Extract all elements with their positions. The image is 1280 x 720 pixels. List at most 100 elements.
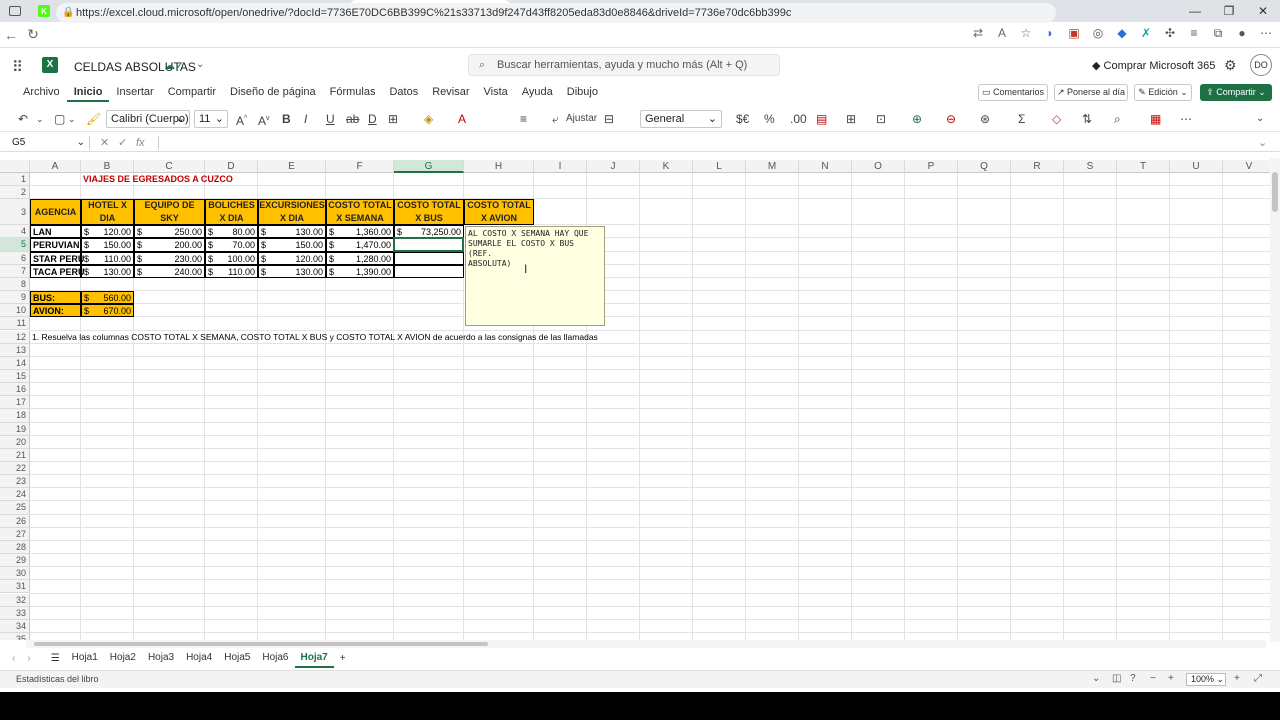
amount-cell[interactable]: $150.00	[81, 238, 134, 252]
bold-icon[interactable]: B	[282, 111, 291, 127]
column-header-J[interactable]: J	[587, 160, 640, 173]
share-button[interactable]: ⇪ Compartir ⌄	[1200, 84, 1272, 101]
browser-menu-icon[interactable]	[0, 6, 30, 16]
user-avatar[interactable]: DO	[1250, 54, 1272, 76]
row-header-24[interactable]: 24	[0, 488, 30, 502]
amount-cell[interactable]: $110.00	[205, 264, 258, 278]
more-options-icon[interactable]: ⋯	[1180, 111, 1192, 127]
column-header-C[interactable]: C	[134, 160, 205, 173]
amount-cell[interactable]: $80.00	[205, 225, 258, 239]
row-header-5[interactable]: 5	[0, 238, 30, 252]
feedback-icon[interactable]: ◫	[1112, 673, 1121, 684]
column-header-L[interactable]: L	[693, 160, 746, 173]
decrease-font-icon[interactable]: Av	[258, 111, 270, 129]
sheet-tab-hoja4[interactable]: Hoja4	[180, 650, 218, 668]
name-box[interactable]: G5 ⌄	[6, 136, 90, 150]
zoom-plus-icon[interactable]: +	[1234, 673, 1240, 684]
row-header-2[interactable]: 2	[0, 186, 30, 200]
ribbon-tab-dibujo[interactable]: Dibujo	[560, 84, 605, 102]
amount-cell[interactable]: $70.00	[205, 238, 258, 252]
amount-cell[interactable]: $250.00	[134, 225, 205, 239]
conditional-format-icon[interactable]: ▤	[816, 111, 827, 127]
paste-icon[interactable]: ▢	[54, 111, 65, 127]
row-header-22[interactable]: 22	[0, 462, 30, 476]
row-header-10[interactable]: 10	[0, 304, 30, 318]
amount-cell[interactable]: $150.00	[258, 238, 326, 252]
amount-cell[interactable]: $1,470.00	[326, 238, 394, 252]
settings-gear-icon[interactable]: ⚙	[1224, 57, 1237, 74]
extension-icon-5[interactable]: ✗	[1134, 26, 1158, 41]
profile-icon[interactable]: ●	[1230, 26, 1254, 41]
column-header-S[interactable]: S	[1064, 160, 1117, 173]
column-header-I[interactable]: I	[534, 160, 587, 173]
row-header-3[interactable]: 3	[0, 199, 30, 226]
ribbon-tab-compartir[interactable]: Compartir	[161, 84, 223, 102]
ribbon-tab-datos[interactable]: Datos	[382, 84, 425, 102]
ribbon-tab-revisar[interactable]: Revisar	[425, 84, 476, 102]
function-fx-icon[interactable]: fx	[136, 136, 145, 150]
url-field[interactable]: 🔒 https://excel.cloud.microsoft/open/oned…	[56, 3, 1056, 23]
cell-comment-note[interactable]: AL COSTO X SEMANA HAY QUE SUMARLE EL COS…	[465, 226, 605, 326]
excel-logo-icon[interactable]: X	[42, 57, 58, 73]
amount-cell[interactable]: $1,360.00	[326, 225, 394, 239]
font-name-select[interactable]: Calibri (Cuerpo) ⌄	[106, 110, 190, 128]
row-header-23[interactable]: 23	[0, 475, 30, 489]
favorite-star-icon[interactable]: ☆	[1014, 26, 1038, 41]
ribbon-tab-archivo[interactable]: Archivo	[16, 84, 67, 102]
horizontal-scroll-thumb[interactable]	[34, 642, 488, 646]
row-header-8[interactable]: 8	[0, 277, 30, 292]
undo-dropdown-icon[interactable]: ⌄	[36, 111, 44, 127]
undo-icon[interactable]: ↶	[18, 111, 28, 127]
column-header-E[interactable]: E	[258, 160, 326, 173]
column-header-K[interactable]: K	[640, 160, 693, 173]
reload-icon[interactable]: ↻	[22, 26, 44, 43]
underline-icon[interactable]: U	[326, 111, 335, 127]
add-ins-icon[interactable]: ▦	[1150, 111, 1161, 127]
fullscreen-icon[interactable]: ⤢	[1254, 673, 1262, 684]
favorites-icon[interactable]: ≡	[1182, 26, 1206, 41]
zoom-select[interactable]: 100% ⌄	[1186, 673, 1226, 686]
sort-filter-icon[interactable]: ⇅	[1082, 111, 1092, 127]
find-icon[interactable]: ⌕	[1114, 111, 1121, 127]
row-header-7[interactable]: 7	[0, 264, 30, 278]
amount-cell[interactable]	[394, 251, 464, 265]
ribbon-tab-insertar[interactable]: Insertar	[109, 84, 160, 102]
spreadsheet-grid[interactable]: A B C D E F G H I J K L M N O P Q R S T U V 1 2 3 4 5 6 7 8 9 10 11 12 13 1…	[0, 160, 1270, 640]
extension-icon-3[interactable]: ◎	[1086, 26, 1110, 41]
row-header-19[interactable]: 19	[0, 422, 30, 436]
amount-cell[interactable]: $120.00	[81, 225, 134, 239]
sheet-tab-hoja5[interactable]: Hoja5	[218, 650, 256, 668]
paste-dropdown-icon[interactable]: ⌄	[68, 111, 76, 127]
transport-cost-cell[interactable]: $670.00	[81, 304, 134, 318]
row-header-25[interactable]: 25	[0, 501, 30, 515]
row-header-16[interactable]: 16	[0, 383, 30, 397]
currency-format-icon[interactable]: $€	[736, 111, 749, 127]
decimal-icon[interactable]: .00	[790, 111, 807, 127]
italic-icon[interactable]: I	[304, 111, 307, 127]
agency-name-cell[interactable]: PERUVIAN	[30, 238, 81, 252]
close-window-icon[interactable]: ✕	[1246, 0, 1280, 22]
amount-cell[interactable]: $110.00	[81, 251, 134, 265]
workbook-statistics[interactable]: Estadísticas del libro	[16, 674, 99, 684]
format-table-icon[interactable]: ⊞	[846, 111, 856, 127]
row-header-1[interactable]: 1	[0, 173, 30, 187]
double-underline-icon[interactable]: D	[368, 111, 377, 127]
back-icon[interactable]: ←	[0, 27, 22, 43]
font-color-icon[interactable]: A	[458, 111, 466, 127]
all-sheets-icon[interactable]: ☰	[45, 651, 66, 667]
zoom-out-icon[interactable]: −	[1150, 673, 1156, 684]
agency-name-cell[interactable]: STAR PERU	[30, 251, 84, 265]
sheet-tab-hoja3[interactable]: Hoja3	[142, 650, 180, 668]
row-header-27[interactable]: 27	[0, 527, 30, 541]
amount-cell[interactable]: $100.00	[205, 251, 258, 265]
amount-cell[interactable]: $120.00	[258, 251, 326, 265]
row-header-31[interactable]: 31	[0, 580, 30, 594]
formula-input[interactable]	[158, 136, 1258, 150]
translate-icon[interactable]: ⇄	[966, 26, 990, 41]
agency-name-cell[interactable]: LAN	[30, 225, 81, 239]
autosum-icon[interactable]: Σ	[1018, 111, 1025, 127]
wrap-text-icon[interactable]: ⤶	[552, 111, 559, 127]
format-cells-icon[interactable]: ⊛	[980, 111, 990, 127]
format-painter-icon[interactable]: 🖌	[86, 111, 101, 127]
comments-button[interactable]: ▭ Comentarios	[978, 84, 1048, 101]
